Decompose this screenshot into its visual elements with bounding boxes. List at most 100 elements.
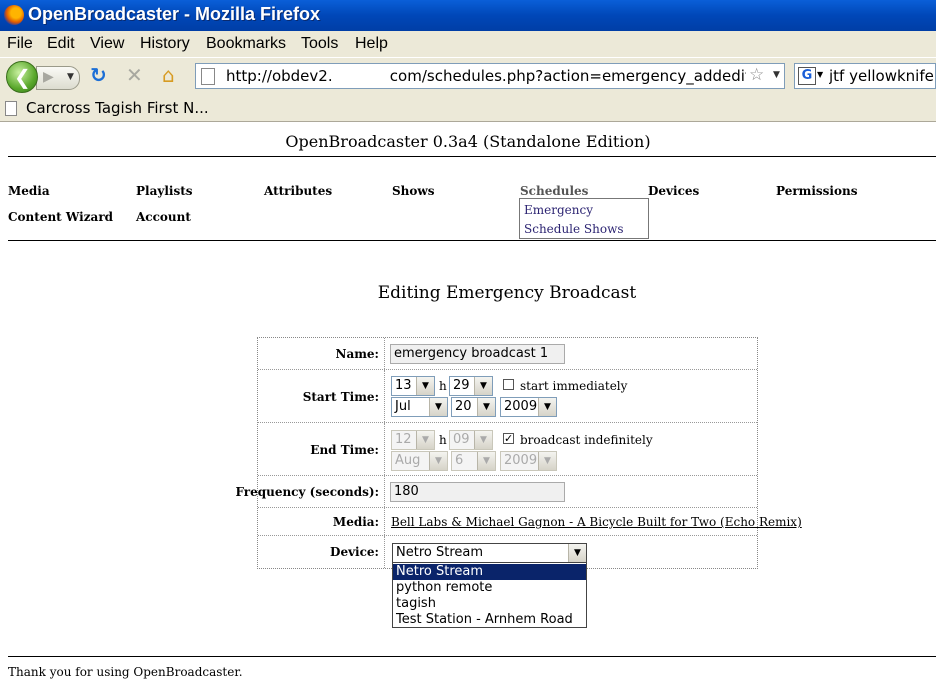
nav-playlists[interactable]: Playlists <box>136 184 193 198</box>
name-label-cell: Name: <box>258 338 385 369</box>
frequency-label-cell: Frequency (seconds): <box>235 476 385 507</box>
start-immediately-label: start immediately <box>520 379 628 393</box>
bookmarks-toolbar: Carcross Tagish First N... <box>0 95 936 122</box>
start-year-select[interactable]: 2009 ▼ <box>500 397 557 417</box>
forward-button[interactable]: ▶ ▼ <box>36 66 80 90</box>
device-option[interactable]: Test Station - Arnhem Road <box>393 612 586 628</box>
bookmark-carcross[interactable]: Carcross Tagish First N... <box>26 99 209 117</box>
device-label: Device: <box>330 545 379 559</box>
window-title-bar[interactable]: OpenBroadcaster - Mozilla Firefox <box>0 0 936 31</box>
end-label-cell: End Time: <box>258 423 385 475</box>
history-dropdown-icon[interactable]: ▼ <box>67 72 74 82</box>
menu-file[interactable]: File <box>7 35 33 53</box>
chevron-down-icon: ▼ <box>474 377 492 395</box>
frequency-label: Frequency (seconds): <box>235 485 379 499</box>
end-hour-select[interactable]: 12 ▼ <box>391 430 435 450</box>
media-label-cell: Media: <box>258 508 385 535</box>
menu-history[interactable]: History <box>140 35 190 53</box>
nav-divider <box>8 240 936 241</box>
window-title: OpenBroadcaster - Mozilla Firefox <box>28 4 321 24</box>
footer-text: Thank you for using OpenBroadcaster. <box>8 665 243 679</box>
back-arrow-icon: ❮ <box>14 65 31 89</box>
submenu-schedule-shows[interactable]: Schedule Shows <box>524 222 624 236</box>
search-engine-dropdown-icon[interactable]: ▼ <box>817 70 823 79</box>
device-dropdown-list: Netro Stream python remote tagish Test S… <box>392 562 587 628</box>
bookmark-star-icon[interactable]: ☆ <box>749 65 764 85</box>
app-title: OpenBroadcaster 0.3a4 (Standalone Editio… <box>285 132 651 151</box>
menu-view[interactable]: View <box>90 35 124 53</box>
start-month-select[interactable]: Jul ▼ <box>391 397 448 417</box>
page-icon <box>201 68 215 85</box>
broadcast-indefinitely-label: broadcast indefinitely <box>520 433 653 447</box>
name-input[interactable]: emergency broadcast 1 <box>390 344 565 364</box>
schedules-submenu: Emergency Schedule Shows <box>519 198 649 239</box>
name-label: Name: <box>335 347 379 361</box>
search-bar[interactable]: G ▼ <box>794 63 936 89</box>
end-minute-select[interactable]: 09 ▼ <box>449 430 493 450</box>
chevron-down-icon: ▼ <box>538 452 556 470</box>
submenu-emergency[interactable]: Emergency <box>524 203 593 217</box>
checkmark-icon: ✓ <box>504 432 514 445</box>
start-hour-separator: h <box>439 379 447 393</box>
chevron-down-icon: ▼ <box>416 377 434 395</box>
chevron-down-icon: ▼ <box>538 398 556 416</box>
chevron-down-icon: ▼ <box>477 398 495 416</box>
header-divider <box>8 156 936 157</box>
url-bar[interactable]: ☆ ▼ <box>195 63 785 89</box>
start-minute-select[interactable]: 29 ▼ <box>449 376 493 396</box>
chevron-down-icon: ▼ <box>477 452 495 470</box>
chevron-down-icon: ▼ <box>429 452 447 470</box>
device-option[interactable]: Netro Stream <box>393 564 586 580</box>
chevron-down-icon: ▼ <box>429 398 447 416</box>
nav-shows[interactable]: Shows <box>392 184 434 198</box>
back-button[interactable]: ❮ <box>6 61 38 93</box>
nav-content-wizard[interactable]: Content Wizard <box>8 210 113 224</box>
menu-edit[interactable]: Edit <box>47 35 75 53</box>
chevron-down-icon: ▼ <box>568 544 586 562</box>
start-time-row: Start Time: 13 ▼ h 29 ▼ start immediately … <box>258 370 757 423</box>
end-label: End Time: <box>310 443 379 457</box>
url-dropdown-icon[interactable]: ▼ <box>773 70 780 80</box>
footer-divider <box>8 656 936 657</box>
bookmark-page-icon <box>5 101 17 116</box>
nav-devices[interactable]: Devices <box>648 184 699 198</box>
name-row: Name: emergency broadcast 1 <box>258 338 757 370</box>
search-input[interactable] <box>829 66 935 86</box>
nav-attributes[interactable]: Attributes <box>264 184 332 198</box>
nav-schedules[interactable]: Schedules <box>520 184 588 198</box>
nav-media[interactable]: Media <box>8 184 50 198</box>
stop-icon[interactable]: ✕ <box>126 63 143 87</box>
end-year-select[interactable]: 2009 ▼ <box>500 451 557 471</box>
media-label: Media: <box>332 515 379 529</box>
frequency-input[interactable]: 180 <box>390 482 565 502</box>
frequency-row: Frequency (seconds): 180 <box>235 476 757 508</box>
menu-tools[interactable]: Tools <box>301 35 338 53</box>
menu-help[interactable]: Help <box>355 35 388 53</box>
start-hour-select[interactable]: 13 ▼ <box>391 376 435 396</box>
broadcast-indefinitely-checkbox[interactable]: ✓ <box>503 433 514 444</box>
page-heading: Editing Emergency Broadcast <box>377 283 637 303</box>
end-day-select[interactable]: 6 ▼ <box>451 451 496 471</box>
google-engine-icon[interactable]: G <box>798 67 816 85</box>
nav-account[interactable]: Account <box>136 210 191 224</box>
start-label: Start Time: <box>302 390 379 404</box>
device-option[interactable]: python remote <box>393 580 586 596</box>
menu-bar: File Edit View History Bookmarks Tools H… <box>0 31 936 57</box>
menu-bookmarks[interactable]: Bookmarks <box>206 35 286 53</box>
device-select[interactable]: Netro Stream ▼ <box>392 543 587 563</box>
end-time-row: End Time: 12 ▼ h 09 ▼ ✓ broadcast indefini… <box>258 423 757 476</box>
media-link[interactable]: Bell Labs & Michael Gagnon - A Bicycle B… <box>391 515 802 529</box>
end-hour-separator: h <box>439 433 447 447</box>
forward-arrow-icon: ▶ <box>43 69 54 85</box>
reload-icon[interactable]: ↻ <box>90 63 107 87</box>
start-immediately-checkbox[interactable] <box>503 379 514 390</box>
device-option[interactable]: tagish <box>393 596 586 612</box>
home-icon[interactable]: ⌂ <box>162 63 175 87</box>
chevron-down-icon: ▼ <box>416 431 434 449</box>
nav-permissions[interactable]: Permissions <box>776 184 857 198</box>
media-row: Media: Bell Labs & Michael Gagnon - A Bi… <box>258 508 802 536</box>
url-input[interactable] <box>226 66 746 86</box>
navigation-toolbar: ▶ ▼ ❮ ↻ ✕ ⌂ ☆ ▼ G ▼ <box>0 57 936 95</box>
start-day-select[interactable]: 20 ▼ <box>451 397 496 417</box>
end-month-select[interactable]: Aug ▼ <box>391 451 448 471</box>
